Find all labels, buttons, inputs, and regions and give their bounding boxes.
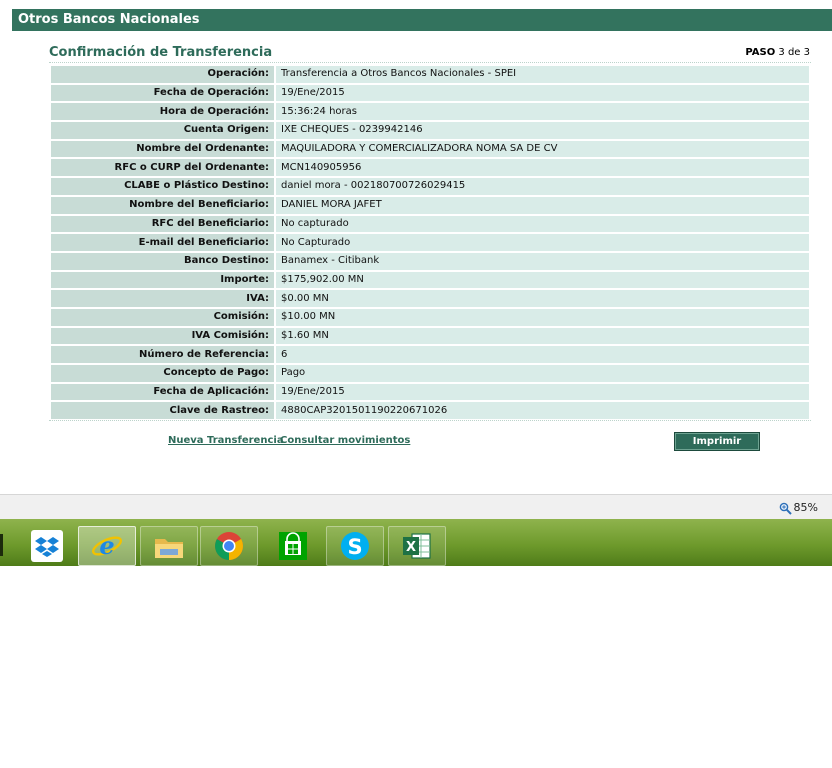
detail-label: RFC o CURP del Ordenante: [51,159,274,177]
detail-label: CLABE o Plástico Destino: [51,178,274,195]
detail-label: RFC del Beneficiario: [51,215,274,233]
zoom-level: 85% [793,501,818,514]
detail-label: E-mail del Beneficiario: [51,234,274,251]
skype-icon: S [341,532,369,560]
table-row: Importe: $175,902.00 MN [51,271,809,289]
table-row: Hora de Operación: 15:36:24 horas [51,103,809,121]
detail-value: 6 [276,346,809,363]
table-row: RFC o CURP del Ordenante: MCN140905956 [51,159,809,177]
table-row: IVA Comisión: $1.60 MN [51,327,809,345]
form-title: Confirmación de Transferencia [49,45,273,60]
detail-value: DANIEL MORA JAFET [276,196,809,214]
table-divider [49,420,811,421]
table-row: Número de Referencia: 6 [51,346,809,363]
chrome-icon [215,532,243,560]
taskbar-dropbox[interactable] [18,526,76,566]
table-row: Cuenta Origen: IXE CHEQUES - 0239942146 [51,122,809,139]
internet-explorer-icon: e [91,531,123,560]
detail-label: Fecha de Operación: [51,84,274,102]
detail-label: Número de Referencia: [51,346,274,363]
table-row: Concepto de Pago: Pago [51,365,809,382]
detail-label: Importe: [51,271,274,289]
detail-value: $175,902.00 MN [276,271,809,289]
transfer-details-table: Operación: Transferencia a Otros Bancos N… [49,64,811,421]
table-row: Nombre del Ordenante: MAQUILADORA Y COMER… [51,140,809,158]
dropbox-icon [31,530,63,562]
detail-label: IVA: [51,290,274,307]
detail-label: Comisión: [51,308,274,326]
detail-label: Hora de Operación: [51,103,274,121]
table-row: Clave de Rastreo: 4880CAP3201501190220671… [51,402,809,420]
svg-text:S: S [347,535,362,559]
detail-value: daniel mora - 002180700726029415 [276,178,809,195]
detail-value: $0.00 MN [276,290,809,307]
detail-label: Cuenta Origen: [51,122,274,139]
table-row: Comisión: $10.00 MN [51,308,809,326]
table-row: RFC del Beneficiario: No capturado [51,215,809,233]
step-value: 3 de 3 [778,47,810,58]
detail-value: IXE CHEQUES - 0239942146 [276,122,809,139]
detail-value: MAQUILADORA Y COMERCIALIZADORA NOMA SA D… [276,140,809,158]
svg-text:X: X [406,540,416,555]
detail-label: Nombre del Beneficiario: [51,196,274,214]
detail-value: No Capturado [276,234,809,251]
taskbar-windows-store[interactable] [264,526,322,566]
view-movements-link[interactable]: Consultar movimientos [280,435,410,446]
zoom-control[interactable]: 85% [779,501,818,515]
detail-value: Banamex - Citibank [276,252,809,270]
taskbar-edge [0,534,3,556]
detail-label: Clave de Rastreo: [51,402,274,420]
step-label: PASO [745,47,776,58]
new-transfer-link[interactable]: Nueva Transferencia [168,435,284,446]
page-header-title: Otros Bancos Nacionales [18,12,200,27]
title-divider [49,62,811,63]
detail-label: Operación: [51,66,274,83]
detail-value: 15:36:24 horas [276,103,809,121]
detail-label: Nombre del Ordenante: [51,140,274,158]
page-header: Otros Bancos Nacionales [12,9,832,31]
detail-value: MCN140905956 [276,159,809,177]
detail-value: Pago [276,365,809,382]
taskbar-file-explorer[interactable] [140,526,198,566]
windows-taskbar: e S X [0,519,832,566]
table-row: Banco Destino: Banamex - Citibank [51,252,809,270]
taskbar-excel[interactable]: X [388,526,446,566]
detail-value: 4880CAP3201501190220671026 [276,402,809,420]
folder-icon [155,539,183,558]
detail-label: Fecha de Aplicación: [51,383,274,401]
table-row: E-mail del Beneficiario: No Capturado [51,234,809,251]
table-row: Fecha de Aplicación: 19/Ene/2015 [51,383,809,401]
print-button[interactable]: Imprimir [674,432,760,451]
step-indicator: PASO 3 de 3 [745,47,810,58]
detail-label: Banco Destino: [51,252,274,270]
excel-icon: X [403,533,431,559]
detail-value: 19/Ene/2015 [276,383,809,401]
svg-text:e: e [99,531,114,560]
taskbar-internet-explorer[interactable]: e [78,526,136,566]
browser-status-bar: 85% [0,494,832,519]
table-row: Fecha de Operación: 19/Ene/2015 [51,84,809,102]
detail-value: Transferencia a Otros Bancos Nacionales … [276,66,809,83]
store-icon [279,532,307,560]
taskbar-chrome[interactable] [200,526,258,566]
table-row: IVA: $0.00 MN [51,290,809,307]
detail-value: $1.60 MN [276,327,809,345]
detail-label: Concepto de Pago: [51,365,274,382]
taskbar-skype[interactable]: S [326,526,384,566]
table-row: CLABE o Plástico Destino: daniel mora - 0… [51,178,809,195]
zoom-magnifier-icon [779,502,792,515]
detail-value: No capturado [276,215,809,233]
detail-label: IVA Comisión: [51,327,274,345]
detail-value: $10.00 MN [276,308,809,326]
detail-value: 19/Ene/2015 [276,84,809,102]
table-row: Nombre del Beneficiario: DANIEL MORA JAFE… [51,196,809,214]
table-row: Operación: Transferencia a Otros Bancos N… [51,66,809,83]
